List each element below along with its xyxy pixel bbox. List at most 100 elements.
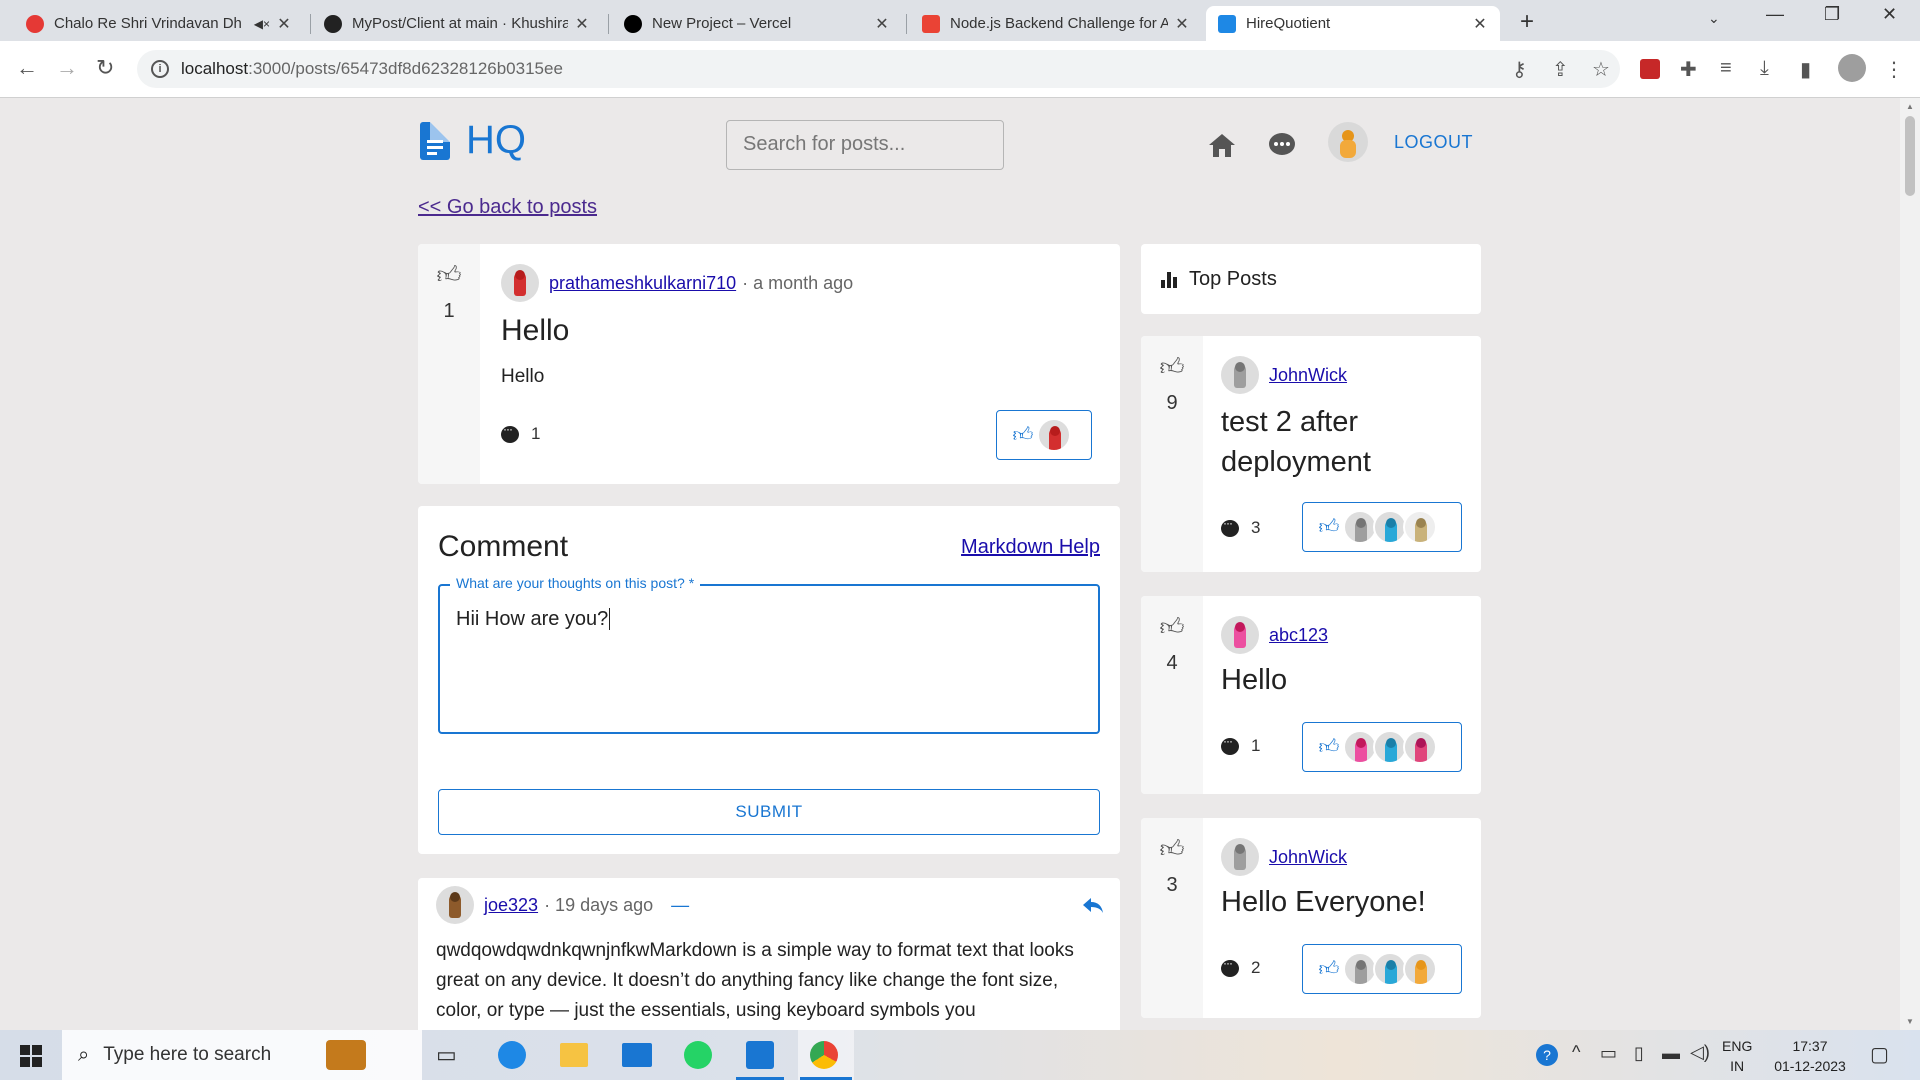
close-icon[interactable]: ✕ (1472, 14, 1488, 34)
search-input[interactable]: Search for posts... (726, 120, 1004, 170)
whatsapp-icon[interactable] (684, 1041, 712, 1069)
reply-icon[interactable] (1082, 896, 1104, 914)
site-info-icon[interactable]: i (151, 60, 169, 78)
site-logo[interactable]: HQ (420, 118, 526, 163)
author-link[interactable]: abc123 (1269, 625, 1328, 646)
reload-icon[interactable]: ↻ (96, 55, 114, 81)
thumbs-up-outline-icon[interactable]: 👍︎ (1141, 354, 1203, 382)
home-icon[interactable] (1208, 132, 1236, 158)
file-explorer-icon[interactable] (560, 1043, 588, 1067)
language-indicator[interactable]: ENG IN (1722, 1036, 1752, 1076)
media-queue-icon[interactable]: ≡ (1720, 57, 1732, 80)
close-icon[interactable]: ✕ (574, 14, 590, 34)
thumbs-up-outline-icon[interactable]: 👍︎ (1141, 836, 1203, 864)
side-panel-icon[interactable]: ▮ (1800, 57, 1811, 82)
thumbs-up-outline-icon[interactable]: 👍︎ (1141, 614, 1203, 642)
top-post-title[interactable]: test 2 after deployment (1221, 402, 1461, 482)
comment-field-value[interactable]: Hii How are you? (456, 608, 611, 631)
comment-count[interactable]: 1 (501, 422, 540, 444)
task-view-icon[interactable]: ▭ (436, 1042, 457, 1068)
browser-tab[interactable]: Node.js Backend Challenge for A ✕ (910, 6, 1202, 41)
forward-arrow-icon[interactable]: → (56, 55, 78, 81)
network-icon[interactable]: ▭ (1600, 1043, 1617, 1064)
back-to-posts-link[interactable]: << Go back to posts (418, 196, 597, 219)
share-icon[interactable]: ⇪ (1552, 57, 1569, 82)
download-icon[interactable]: ⤓ (1760, 57, 1769, 80)
likes-group[interactable]: 👍︎ (1302, 944, 1462, 994)
minimize-icon[interactable]: — (1766, 4, 1784, 25)
scrollbar-thumb[interactable] (1905, 116, 1915, 196)
taskbar-search-input[interactable]: ⌕ Type here to search (62, 1030, 422, 1080)
top-post-card[interactable]: 👍︎ 4 abc123 Hello 1 👍︎ (1141, 596, 1481, 794)
new-tab-icon[interactable]: + (1520, 8, 1534, 36)
comment-author-link[interactable]: joe323 (484, 895, 538, 916)
back-arrow-icon[interactable]: ← (16, 55, 38, 81)
briefcase-icon[interactable] (326, 1040, 366, 1070)
likes-group[interactable]: 👍︎ (1302, 502, 1462, 552)
top-post-title[interactable]: Hello (1221, 664, 1287, 697)
thumbs-up-outline-icon[interactable]: 👍︎ (418, 262, 480, 290)
browser-tab[interactable]: Chalo Re Shri Vrindavan Dh ◀× ✕ (14, 6, 304, 41)
browser-tab[interactable]: MyPost/Client at main · Khushira ✕ (312, 6, 602, 41)
menu-kebab-icon[interactable]: ⋮ (1884, 57, 1904, 82)
author-link[interactable]: JohnWick (1269, 365, 1347, 386)
user-avatar[interactable] (1328, 122, 1368, 162)
scroll-up-arrow-icon[interactable]: ▲ (1906, 102, 1914, 111)
profile-avatar-icon[interactable] (1838, 54, 1866, 82)
volume-icon[interactable]: ◁) (1690, 1042, 1710, 1063)
author-link[interactable]: prathameshkulkarni710 (549, 273, 736, 294)
avatar[interactable] (501, 264, 539, 302)
collapse-comment-button[interactable]: — (671, 895, 689, 916)
close-icon[interactable]: ✕ (276, 14, 292, 34)
battery-icon[interactable]: ▬ (1662, 1043, 1680, 1064)
browser-tab[interactable]: New Project – Vercel ✕ (612, 6, 902, 41)
tab-search-chevron-icon[interactable]: ⌄ (1708, 10, 1720, 27)
browser-tab-active[interactable]: HireQuotient ✕ (1206, 6, 1500, 41)
chat-icon[interactable] (1268, 132, 1296, 158)
top-post-card[interactable]: 👍︎ 9 JohnWick test 2 after deployment 3 … (1141, 336, 1481, 572)
top-post-card[interactable]: 👍︎ 3 JohnWick Hello Everyone! 2 👍︎ (1141, 818, 1481, 1018)
vscode-icon[interactable] (746, 1041, 774, 1069)
scroll-down-arrow-icon[interactable]: ▼ (1906, 1017, 1914, 1026)
comment-count[interactable]: 1 (1221, 734, 1260, 756)
comment-count[interactable]: 3 (1221, 516, 1260, 538)
avatar[interactable] (436, 886, 474, 924)
thumbs-up-icon[interactable]: 👍︎ (1311, 957, 1347, 981)
avatar[interactable] (1221, 838, 1259, 876)
logout-button[interactable]: LOGOUT (1394, 132, 1473, 153)
close-icon[interactable]: ✕ (874, 14, 890, 34)
post-card: 👍︎ 1 prathameshkulkarni710 · a month ago… (418, 244, 1120, 484)
bookmark-star-icon[interactable]: ☆ (1592, 57, 1610, 82)
avatar (1343, 510, 1377, 544)
comment-count[interactable]: 2 (1221, 956, 1260, 978)
windows-start-icon[interactable] (20, 1045, 42, 1067)
top-post-title[interactable]: Hello Everyone! (1221, 886, 1426, 919)
extensions-puzzle-icon[interactable]: ✚ (1680, 57, 1697, 82)
maximize-icon[interactable]: ❐ (1824, 4, 1840, 25)
notifications-icon[interactable]: ▢ (1870, 1042, 1889, 1067)
extension-icon[interactable] (1640, 59, 1660, 79)
thumbs-up-icon[interactable]: 👍︎ (1311, 515, 1347, 539)
submit-button[interactable]: SUBMIT (438, 789, 1100, 835)
avatar[interactable] (1221, 356, 1259, 394)
likes-group[interactable]: 👍︎ (996, 410, 1092, 460)
mail-icon[interactable] (622, 1043, 652, 1067)
key-icon[interactable]: ⚷ (1512, 57, 1527, 82)
markdown-help-link[interactable]: Markdown Help (961, 536, 1100, 559)
page-scrollbar[interactable]: ▲ ▼ (1900, 98, 1920, 1030)
device-icon[interactable]: ▯ (1634, 1043, 1644, 1064)
window-close-icon[interactable]: ✕ (1882, 4, 1897, 25)
avatar[interactable] (1221, 616, 1259, 654)
author-link[interactable]: JohnWick (1269, 847, 1347, 868)
help-icon[interactable]: ? (1536, 1044, 1558, 1066)
speaker-muted-icon[interactable]: ◀× (254, 17, 270, 31)
address-bar[interactable]: i localhost:3000/posts/65473df8d62328126… (137, 50, 1620, 88)
thumbs-up-icon[interactable]: 👍︎ (1005, 423, 1041, 447)
chevron-up-icon[interactable]: ^ (1572, 1042, 1580, 1063)
thumbs-up-icon[interactable]: 👍︎ (1311, 735, 1347, 759)
comment-textarea[interactable]: What are your thoughts on this post? * H… (438, 575, 1100, 734)
close-icon[interactable]: ✕ (1174, 14, 1190, 34)
edge-icon[interactable] (498, 1041, 526, 1069)
likes-group[interactable]: 👍︎ (1302, 722, 1462, 772)
clock[interactable]: 17:37 01-12-2023 (1768, 1036, 1852, 1076)
